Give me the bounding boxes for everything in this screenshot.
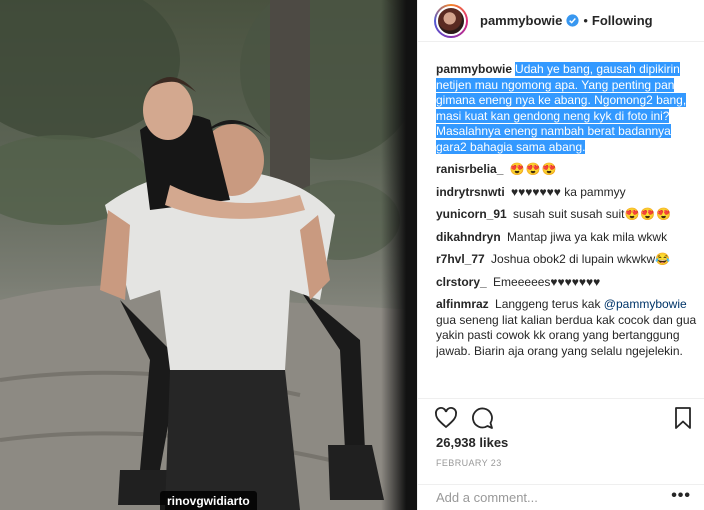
comment-username[interactable]: dikahndryn [436, 230, 501, 244]
comment-text: Joshua obok2 di lupain wkwkw [491, 252, 656, 266]
verified-badge-icon [566, 14, 579, 27]
heart-icon[interactable] [434, 406, 458, 430]
list-item: clrstory_ Emeeeees♥♥♥♥♥♥♥ [436, 275, 702, 291]
post-date[interactable]: FEBRUARY 23 [436, 458, 502, 468]
photo-scene [0, 0, 417, 510]
add-comment-bar: ••• [418, 484, 704, 510]
likes-count[interactable]: 26,938 likes [436, 435, 508, 450]
header-username[interactable]: pammybowie [480, 13, 562, 28]
comment-text: Langgeng terus kak [495, 297, 601, 311]
following-button[interactable]: Following [592, 13, 653, 28]
post-photo[interactable]: rinovgwidiarto [0, 0, 417, 510]
comment-hearts: ♥♥♥♥♥♥♥ [511, 184, 561, 199]
comment-mention[interactable]: @pammybowie [604, 297, 687, 311]
list-item: alfinmraz Langgeng terus kak @pammybowie… [436, 297, 702, 359]
list-item: ranisrbelia_ 😍😍😍 [436, 162, 702, 178]
comment-emoji: 😍😍😍 [509, 162, 558, 176]
list-item: dikahndryn Mantap jiwa ya kak mila wkwk [436, 230, 702, 246]
comment-hearts: ♥♥♥♥♥♥♥ [550, 274, 601, 289]
avatar-image [436, 5, 466, 36]
comment-emoji: 😂 [655, 252, 672, 266]
avatar[interactable] [434, 3, 468, 38]
comment-username[interactable]: ranisrbelia_ [436, 162, 503, 176]
list-item: yunicorn_91 susah suit susah suit😍😍😍 [436, 207, 702, 223]
comment-text: Emeeeees [493, 274, 551, 289]
post-side-panel: pammybowie • Following pammybowie Udah ye… [417, 0, 704, 510]
comment-emoji: 😍😍😍 [624, 207, 673, 221]
comment-text-continued: gua seneng liat kalian berdua kak cocok … [436, 312, 697, 358]
bookmark-icon[interactable] [671, 406, 695, 430]
comment-text: susah suit susah suit [513, 207, 625, 221]
list-item: indrytrsnwti ♥♥♥♥♥♥♥ ka pammyy [436, 185, 702, 201]
comment-icon[interactable] [470, 406, 494, 430]
photo-shadow-edge [381, 0, 417, 510]
comment-input[interactable] [436, 490, 666, 505]
photo-user-tag[interactable]: rinovgwidiarto [160, 491, 257, 510]
action-bar [418, 398, 704, 436]
more-options-icon[interactable]: ••• [671, 487, 691, 505]
comment-username[interactable]: clrstory_ [436, 275, 487, 289]
comment-username[interactable]: alfinmraz [436, 297, 489, 311]
comment-list[interactable]: pammybowie Udah ye bang, gausah dipikirin… [436, 62, 702, 397]
header-separator: • [583, 13, 588, 28]
list-item: r7hvl_77 Joshua obok2 di lupain wkwkw😂 [436, 252, 702, 268]
caption-username[interactable]: pammybowie [436, 62, 512, 76]
comment-text: ka pammyy [564, 184, 626, 199]
caption: pammybowie Udah ye bang, gausah dipikirin… [436, 62, 702, 155]
comment-text: Mantap jiwa ya kak mila wkwk [507, 229, 668, 244]
comment-username[interactable]: r7hvl_77 [436, 252, 485, 266]
comment-username[interactable]: yunicorn_91 [436, 207, 507, 221]
comment-username[interactable]: indrytrsnwti [436, 185, 505, 199]
post-header: pammybowie • Following [418, 0, 704, 42]
